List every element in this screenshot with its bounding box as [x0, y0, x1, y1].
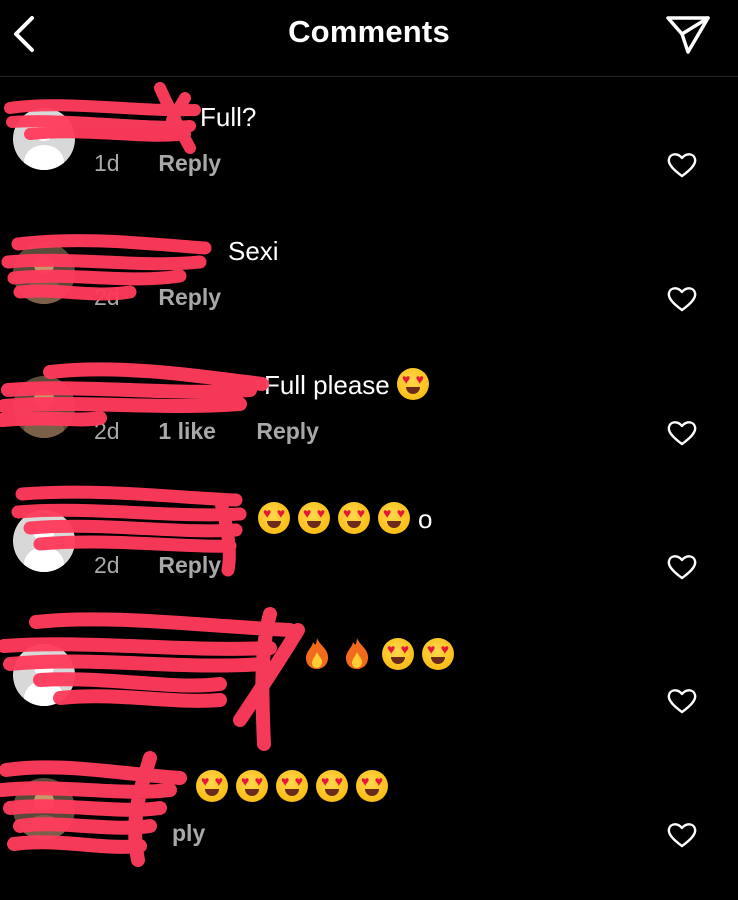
comment-meta: ply — [172, 820, 205, 847]
heart-eyes-emoji-icon — [236, 770, 268, 802]
comment-item: ply — [0, 766, 738, 900]
comment-item — [0, 632, 738, 766]
comment-meta: 1d Reply — [94, 150, 221, 177]
heart-eyes-emoji-icon — [422, 638, 454, 670]
photo-avatar[interactable] — [13, 376, 75, 438]
comment-meta: 2d Reply — [94, 284, 221, 311]
comment-time: 2d — [94, 418, 120, 444]
comment-text: Sexi — [228, 236, 279, 266]
like-count[interactable]: 1 like — [158, 418, 216, 444]
heart-eyes-emoji-icon — [298, 502, 330, 534]
comment-item: Sexi 2d Reply — [0, 230, 738, 364]
reply-button[interactable]: Reply — [158, 552, 221, 578]
fire-emoji-icon — [306, 638, 329, 669]
fire-emoji-icon — [346, 638, 369, 669]
photo-avatar[interactable] — [13, 242, 75, 304]
heart-eyes-emoji-icon — [382, 638, 414, 670]
comment-meta: 2d 1 like Reply — [94, 418, 319, 445]
comment-text — [196, 770, 396, 804]
heart-eyes-emoji-icon — [276, 770, 308, 802]
comment-item: Full please 2d 1 like Reply — [0, 364, 738, 498]
comment-time: 2d — [94, 552, 120, 578]
comment-text — [302, 636, 462, 672]
heart-icon[interactable] — [667, 152, 697, 178]
header-bar: Comments — [0, 0, 738, 77]
default-avatar[interactable] — [13, 510, 75, 572]
heart-eyes-emoji-icon — [338, 502, 370, 534]
heart-eyes-emoji-icon — [356, 770, 388, 802]
share-button[interactable] — [664, 12, 712, 56]
comment-item: o 2d Reply — [0, 498, 738, 632]
heart-icon[interactable] — [667, 286, 697, 312]
heart-icon[interactable] — [667, 688, 697, 714]
comment-text: Full please — [264, 368, 437, 402]
heart-icon[interactable] — [667, 822, 697, 848]
comment-text: o — [258, 502, 432, 536]
heart-eyes-emoji-icon — [378, 502, 410, 534]
heart-icon[interactable] — [667, 554, 697, 580]
default-avatar[interactable] — [13, 644, 75, 706]
default-avatar[interactable] — [13, 108, 75, 170]
comment-meta: 2d Reply — [94, 552, 221, 579]
heart-eyes-emoji-icon — [316, 770, 348, 802]
heart-eyes-emoji-icon — [396, 368, 429, 400]
heart-icon[interactable] — [667, 420, 697, 446]
reply-button[interactable]: ply — [172, 820, 205, 846]
comment-time: 2d — [94, 284, 120, 310]
comment-item: Full? 1d Reply — [0, 96, 738, 230]
reply-button[interactable]: Reply — [158, 284, 221, 310]
comment-text: Full? — [200, 102, 257, 132]
page-title: Comments — [288, 14, 450, 49]
heart-eyes-emoji-icon — [258, 502, 290, 534]
photo-avatar[interactable] — [13, 778, 75, 840]
reply-button[interactable]: Reply — [256, 418, 319, 444]
paper-plane-icon — [666, 16, 710, 54]
comment-time: 1d — [94, 150, 120, 176]
heart-eyes-emoji-icon — [196, 770, 228, 802]
reply-button[interactable]: Reply — [158, 150, 221, 176]
